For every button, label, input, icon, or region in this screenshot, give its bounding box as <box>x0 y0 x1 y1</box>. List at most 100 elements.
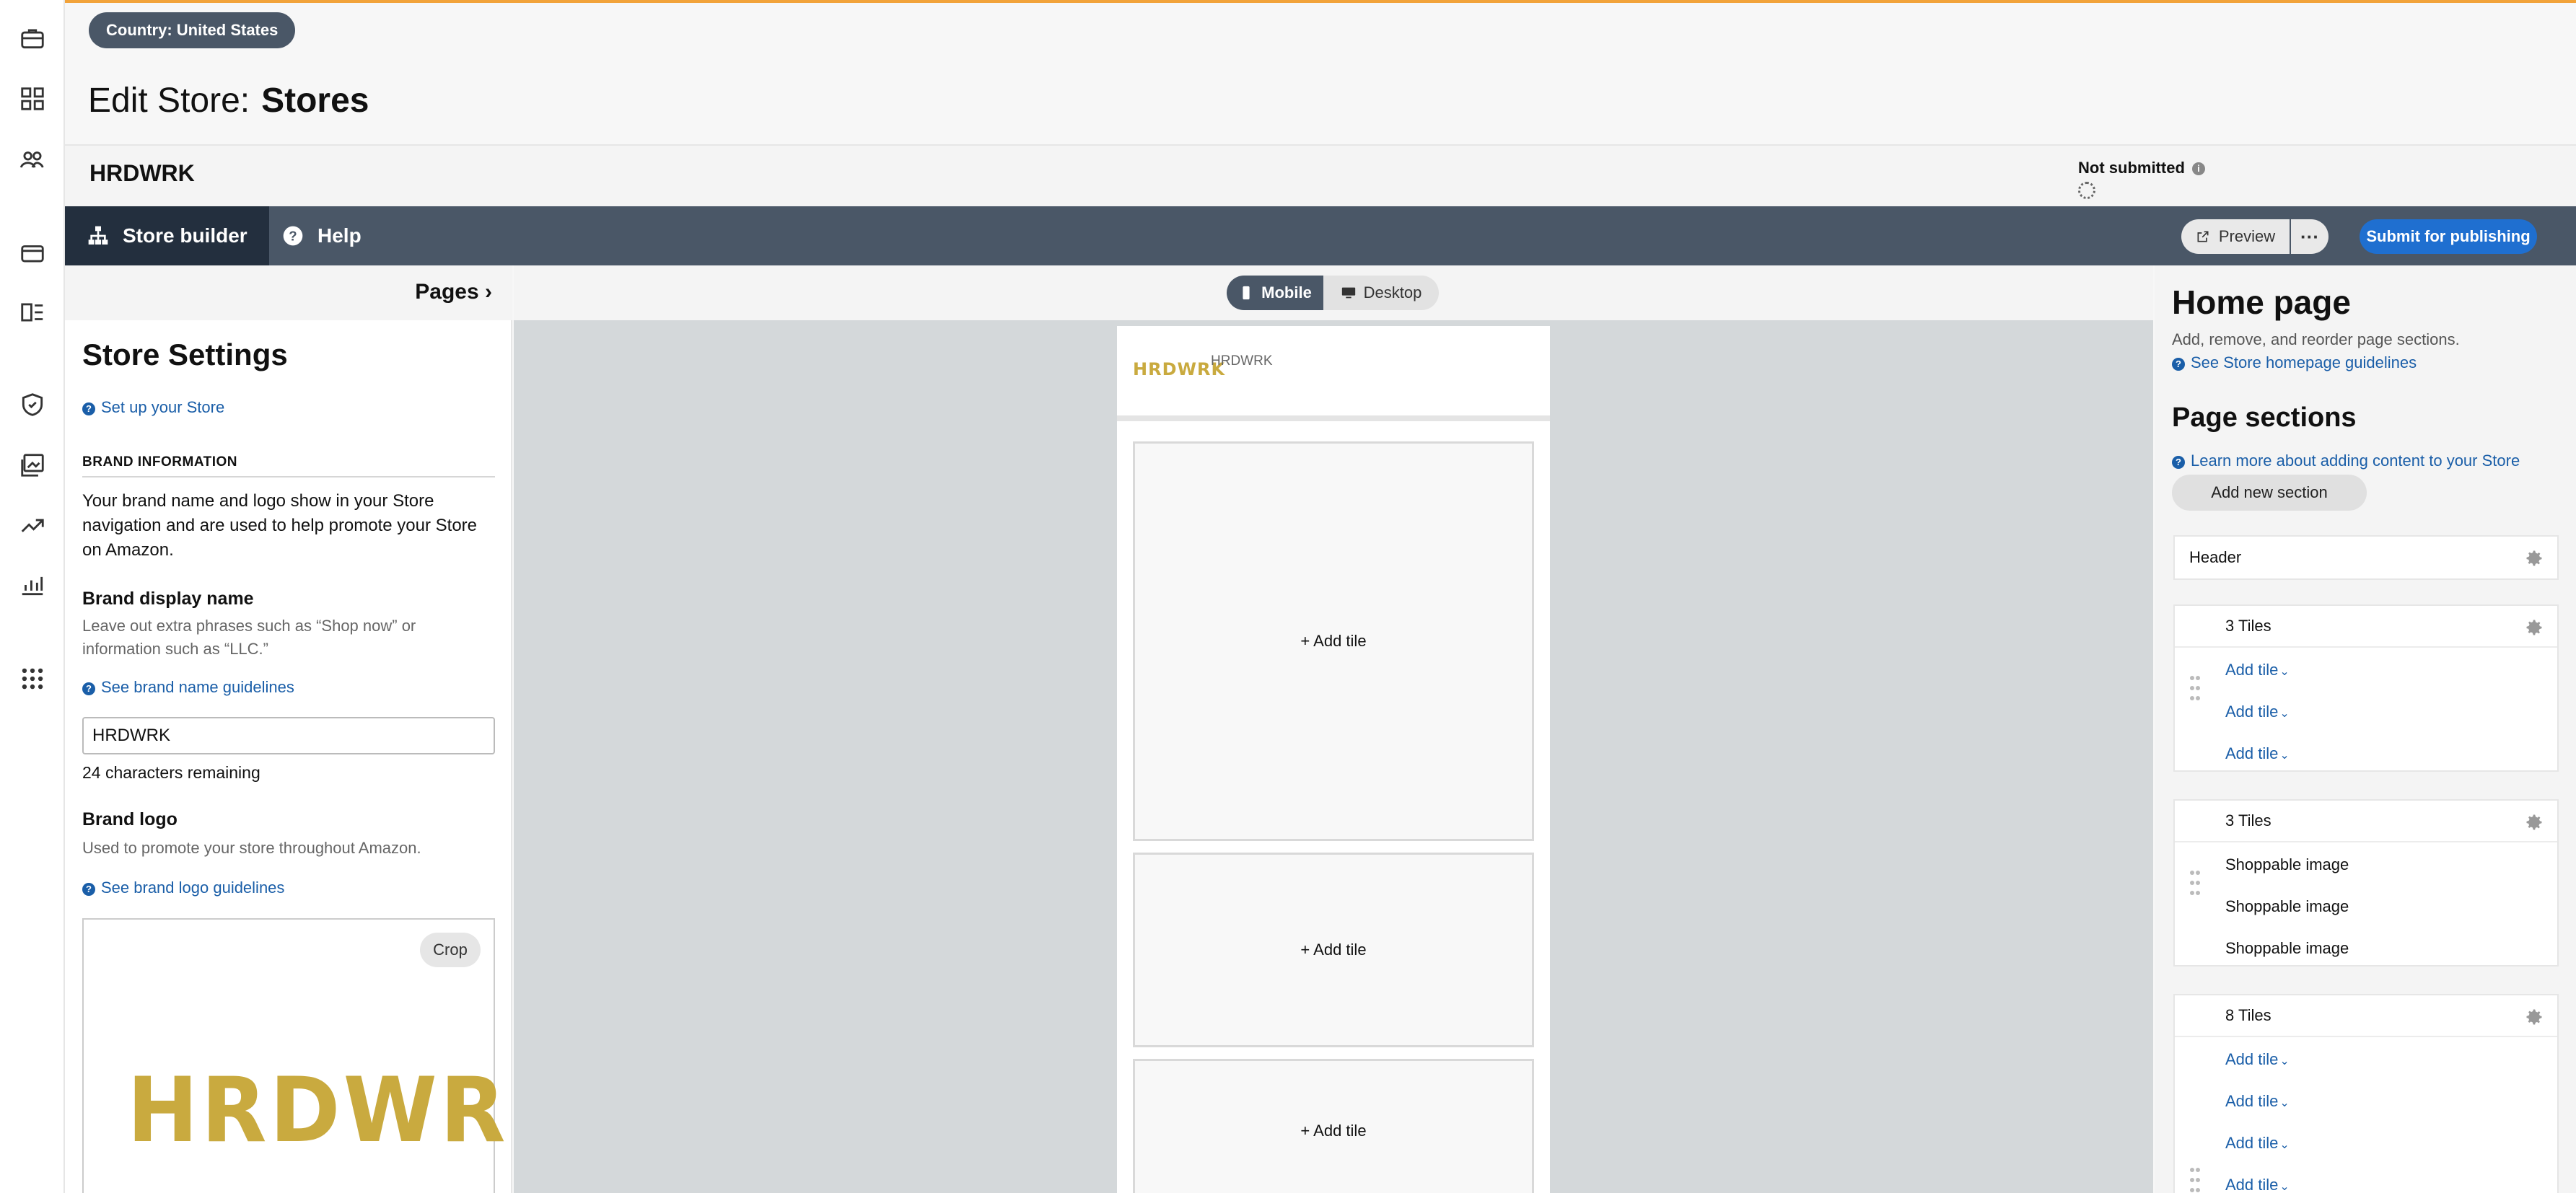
homepage-guidelines-link[interactable]: ? See Store homepage guidelines <box>2172 353 2417 372</box>
add-tile-label: + Add tile <box>1300 1122 1367 1140</box>
add-tile-dropdown[interactable]: Add tile ⌄ <box>2225 1176 2290 1193</box>
section-row[interactable]: Add tile ⌄ <box>2175 649 2557 691</box>
characters-remaining: 24 characters remaining <box>82 763 260 782</box>
section-row[interactable]: Add tile ⌄ <box>2175 1122 2557 1164</box>
add-tile-dropdown-label: Add tile <box>2225 1176 2279 1193</box>
add-tile-placeholder[interactable]: + Add tile <box>1133 441 1534 841</box>
section-row[interactable]: Shoppable image <box>2175 844 2557 886</box>
tab-store-builder[interactable]: Store builder <box>65 206 269 265</box>
gear-icon[interactable] <box>2524 812 2544 832</box>
apps-grid-icon[interactable] <box>14 661 51 697</box>
preview-button[interactable]: Preview <box>2181 219 2290 254</box>
gear-icon[interactable] <box>2524 617 2544 638</box>
section-row[interactable]: Add tile ⌄ <box>2175 1039 2557 1080</box>
add-tile-dropdown[interactable]: Add tile ⌄ <box>2225 661 2290 679</box>
section-row[interactable]: Add tile ⌄ <box>2175 1164 2557 1193</box>
store-brand-name: HRDWRK <box>1211 353 1273 369</box>
brand-logo-label: Brand logo <box>82 809 178 829</box>
pages-label: Pages <box>415 280 479 304</box>
gear-icon[interactable] <box>2524 1007 2544 1027</box>
section-row: 3 Tiles <box>2175 606 2557 648</box>
section-card-header[interactable]: Header <box>2173 535 2559 580</box>
add-tile-dropdown[interactable]: Add tile ⌄ <box>2225 1092 2290 1111</box>
section-card-3-tiles[interactable]: 3 Tiles Shoppable image Shoppable image … <box>2173 799 2559 967</box>
section-row[interactable]: Add tile ⌄ <box>2175 691 2557 733</box>
chevron-down-icon: ⌄ <box>2279 1181 2290 1193</box>
section-card-8-tiles[interactable]: 8 Tiles Add tile ⌄ Add tile ⌄ Add tile ⌄ Ad… <box>2173 994 2559 1193</box>
section-row[interactable]: Add tile ⌄ <box>2175 733 2557 775</box>
chevron-down-icon: ⌄ <box>2279 708 2290 720</box>
briefcase-icon[interactable] <box>14 20 51 56</box>
brand-display-name-help: Leave out extra phrases such as “Shop no… <box>82 617 416 658</box>
add-new-section-button[interactable]: Add new section <box>2172 475 2367 511</box>
brand-display-name-input[interactable] <box>82 717 495 754</box>
chevron-down-icon: ⌄ <box>2279 666 2290 678</box>
users-icon[interactable] <box>14 141 51 177</box>
pages-toggle[interactable]: Pages › <box>415 280 492 304</box>
trend-icon[interactable] <box>14 508 51 544</box>
layout-icon[interactable] <box>14 294 51 330</box>
chevron-down-icon: ⌄ <box>2279 1097 2290 1109</box>
desktop-label: Desktop <box>1363 283 1422 301</box>
media-library-icon[interactable] <box>14 447 51 483</box>
shoppable-image-item[interactable]: Shoppable image <box>2225 897 2349 916</box>
setup-store-link[interactable]: ? Set up your Store <box>82 398 495 417</box>
chevron-right-icon: › <box>485 280 492 304</box>
add-tile-placeholder[interactable]: + Add tile <box>1133 1059 1534 1193</box>
help-circle-icon: ? <box>82 883 95 896</box>
mobile-phone-icon <box>1243 286 1250 300</box>
home-page-subtitle: Add, remove, and reorder page sections. <box>2172 330 2460 348</box>
gear-icon[interactable] <box>2524 548 2544 568</box>
crop-button[interactable]: Crop <box>420 933 481 967</box>
brand-logo-image: HRDWRK <box>127 1057 578 1163</box>
section-title: 8 Tiles <box>2225 1006 2271 1024</box>
country-selector[interactable]: Country: United States <box>89 12 296 48</box>
bar-chart-icon[interactable] <box>14 567 51 603</box>
wallet-icon[interactable] <box>14 235 51 271</box>
page-title-store-name: Stores <box>261 82 369 120</box>
page-title: Edit Store: Stores <box>88 81 369 120</box>
section-card-3-tiles[interactable]: 3 Tiles Add tile ⌄ Add tile ⌄ Add tile ⌄ <box>2173 604 2559 772</box>
preview-label: Preview <box>2218 227 2276 245</box>
help-circle-icon: ? <box>2172 456 2185 469</box>
submit-for-publishing-button[interactable]: Submit for publishing <box>2360 219 2537 254</box>
brand-logo-guidelines-link[interactable]: ? See brand logo guidelines <box>82 879 495 897</box>
page-sections-title: Page sections <box>2172 402 2357 433</box>
loading-spinner-icon <box>2078 182 2095 199</box>
desktop-view-toggle[interactable]: Desktop <box>1323 276 1439 310</box>
store-settings-title: Store Settings <box>82 338 288 371</box>
store-header-preview[interactable]: HRDWRK HRDWRK <box>1117 326 1550 421</box>
canvas-toolbar: Mobile Desktop <box>514 265 2153 320</box>
section-row[interactable]: Shoppable image <box>2175 886 2557 928</box>
more-options-button[interactable]: ··· <box>2291 219 2329 254</box>
app-root: Country: United States Edit Store: Stores… <box>0 0 2576 1193</box>
learn-more-link[interactable]: ? Learn more about adding content to your… <box>2172 452 2520 470</box>
chevron-down-icon: ⌄ <box>2279 1055 2290 1067</box>
brand-name-guidelines-link[interactable]: ? See brand name guidelines <box>82 678 495 697</box>
add-tile-dropdown-label: Add tile <box>2225 1050 2279 1068</box>
page-title-prefix: Edit Store: <box>88 82 250 120</box>
mobile-view-toggle[interactable]: Mobile <box>1227 276 1323 310</box>
setup-store-link-label: Set up your Store <box>101 398 225 416</box>
add-tile-dropdown-label: Add tile <box>2225 661 2279 679</box>
add-tile-label: + Add tile <box>1300 632 1367 650</box>
info-icon[interactable]: i <box>2191 162 2205 175</box>
mobile-label: Mobile <box>1261 283 1312 301</box>
add-tile-placeholder[interactable]: + Add tile <box>1133 853 1534 1047</box>
tab-help[interactable]: ? Help <box>260 206 383 265</box>
add-tile-dropdown[interactable]: Add tile ⌄ <box>2225 744 2290 763</box>
dashboard-icon[interactable] <box>14 81 51 117</box>
add-tile-dropdown-label: Add tile <box>2225 1134 2279 1152</box>
section-row[interactable]: Add tile ⌄ <box>2175 1080 2557 1122</box>
shoppable-image-item[interactable]: Shoppable image <box>2225 855 2349 874</box>
shield-icon[interactable] <box>14 387 51 423</box>
add-tile-dropdown[interactable]: Add tile ⌄ <box>2225 1134 2290 1153</box>
store-settings-panel: Pages › Store Settings ? Set up your Stor… <box>65 265 574 1193</box>
desktop-monitor-icon <box>1341 287 1355 299</box>
shoppable-image-item[interactable]: Shoppable image <box>2225 939 2349 958</box>
section-title: Header <box>2189 548 2242 566</box>
section-row[interactable]: Shoppable image <box>2175 928 2557 969</box>
add-tile-dropdown[interactable]: Add tile ⌄ <box>2225 703 2290 721</box>
svg-text:?: ? <box>289 229 297 244</box>
add-tile-dropdown[interactable]: Add tile ⌄ <box>2225 1050 2290 1069</box>
